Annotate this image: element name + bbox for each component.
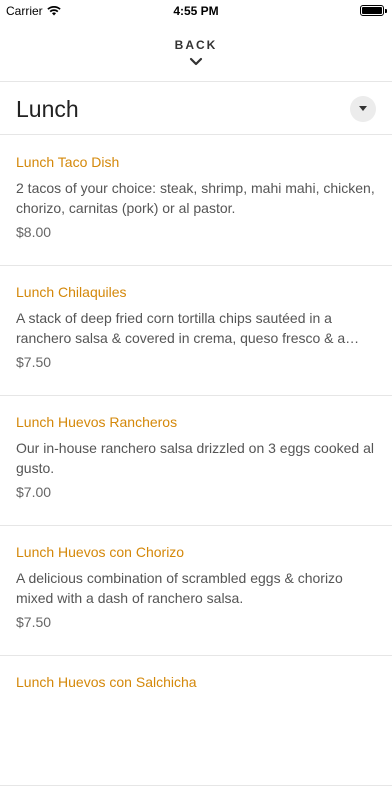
menu-list: Lunch Taco Dish 2 tacos of your choice: …: [0, 136, 392, 786]
menu-item[interactable]: Lunch Huevos con Salchicha: [0, 656, 392, 786]
item-price: $7.00: [16, 484, 52, 500]
item-price: $7.50: [16, 614, 52, 630]
item-description: Our in-house ranchero salsa drizzled on …: [16, 440, 374, 476]
item-name: Lunch Huevos con Chorizo: [16, 544, 185, 560]
status-bar: Carrier 4:55 PM: [0, 0, 392, 22]
menu-item[interactable]: Lunch Chilaquiles A stack of deep fried …: [0, 266, 392, 396]
item-price: $8.00: [16, 224, 52, 240]
section-divider: [0, 134, 392, 135]
back-button[interactable]: BACK: [0, 22, 392, 82]
header-divider: [0, 81, 392, 82]
chevron-down-icon: [189, 57, 203, 66]
menu-item[interactable]: Lunch Taco Dish 2 tacos of your choice: …: [0, 136, 392, 266]
menu-item[interactable]: Lunch Huevos Rancheros Our in-house ranc…: [0, 396, 392, 526]
status-time: 4:55 PM: [173, 4, 219, 18]
item-description: 2 tacos of your choice: steak, shrimp, m…: [16, 180, 375, 216]
section-title: Lunch: [16, 96, 79, 122]
item-description: A delicious combination of scrambled egg…: [16, 570, 343, 606]
item-price: $7.50: [16, 354, 52, 370]
item-description: A stack of deep fried corn tortilla chip…: [16, 310, 346, 346]
back-label: BACK: [174, 38, 218, 52]
item-name: Lunch Huevos con Salchicha: [16, 674, 197, 690]
caret-down-icon: [359, 106, 367, 111]
battery-icon: [360, 5, 387, 16]
menu-item[interactable]: Lunch Huevos con Chorizo A delicious com…: [0, 526, 392, 656]
item-name: Lunch Chilaquiles: [16, 284, 127, 300]
item-name: Lunch Taco Dish: [16, 154, 120, 170]
item-name: Lunch Huevos Rancheros: [16, 414, 178, 430]
section-collapse-button[interactable]: [350, 96, 376, 122]
